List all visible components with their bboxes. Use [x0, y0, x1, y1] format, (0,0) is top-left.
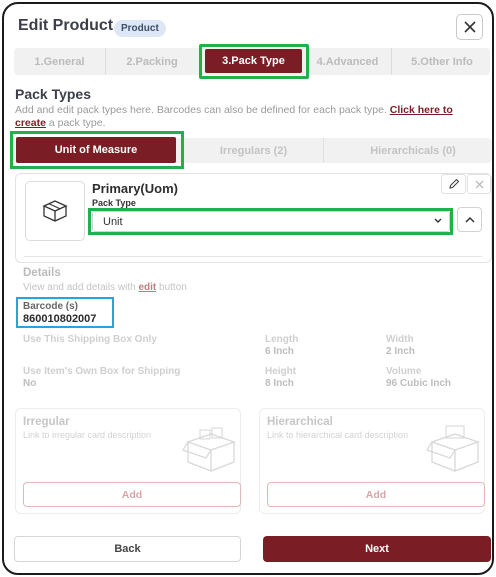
subtab-irregulars[interactable]: Irregulars (2) — [184, 138, 324, 163]
pack-types-description: Add and edit pack types here. Barcodes c… — [15, 104, 485, 130]
tab-packing[interactable]: 2.Packing — [107, 48, 197, 75]
box-icon — [42, 200, 68, 222]
details-desc-suffix: button — [156, 282, 187, 293]
barcode-value: 860010802007 — [23, 313, 97, 325]
shipping-box-label: Use This Shipping Box Only — [23, 334, 157, 345]
pack-type-label: Pack Type — [92, 198, 136, 208]
irregular-add-button[interactable]: Add — [23, 482, 241, 507]
chevron-down-icon — [434, 218, 442, 223]
tab-other-info[interactable]: 5.Other Info — [394, 48, 490, 75]
length-label: Length — [265, 334, 299, 345]
height-value: 8 Inch — [265, 378, 294, 389]
hierarchical-sub: Link to hierarchical card description — [267, 430, 409, 440]
close-icon — [475, 180, 483, 188]
tab-advanced[interactable]: 4.Advanced — [304, 48, 392, 75]
back-button[interactable]: Back — [14, 536, 241, 562]
desc-suffix: a pack type. — [45, 117, 106, 129]
product-badge: Product — [114, 20, 166, 37]
divider — [24, 256, 482, 257]
details-description: View and add details with edit button — [23, 282, 187, 293]
barcode-label: Barcode (s) — [23, 301, 79, 312]
uom-name: Primary(Uom) — [92, 181, 178, 196]
pencil-icon — [448, 178, 459, 189]
box-thumbnail — [25, 181, 85, 241]
subtab-unit-of-measure[interactable]: Unit of Measure — [16, 137, 176, 163]
hierarchical-add-button[interactable]: Add — [267, 482, 485, 507]
width-value: 2 Inch — [386, 346, 415, 357]
pack-type-value: Unit — [103, 215, 123, 228]
height-label: Height — [265, 366, 297, 377]
width-label: Width — [386, 334, 414, 345]
own-box-value: No — [23, 378, 37, 389]
volume-value: 96 Cubic Inch — [386, 378, 452, 389]
close-button[interactable] — [456, 14, 483, 40]
hierarchical-title: Hierarchical — [267, 416, 333, 428]
chevron-up-icon — [464, 216, 475, 223]
volume-label: Volume — [386, 366, 422, 377]
edit-link[interactable]: edit — [138, 282, 156, 293]
length-value: 6 Inch — [265, 346, 294, 357]
edit-button[interactable] — [441, 174, 466, 194]
edit-product-dialog: Edit Product Product 1.General 2.Packing… — [2, 2, 494, 575]
tab-pack-type[interactable]: 3.Pack Type — [205, 49, 302, 73]
details-desc-prefix: View and add details with — [23, 282, 139, 293]
desc-text: Add and edit pack types here. Barcodes c… — [15, 104, 390, 116]
tab-general[interactable]: 1.General — [14, 48, 106, 75]
pack-type-select[interactable]: Unit — [92, 211, 450, 232]
dialog-title: Edit Product — [18, 17, 114, 34]
open-box-icon — [426, 425, 480, 472]
close-icon — [463, 21, 476, 33]
irregular-title: Irregular — [23, 416, 70, 428]
remove-button[interactable] — [467, 174, 491, 194]
next-button[interactable]: Next — [263, 536, 491, 562]
pack-types-title: Pack Types — [15, 86, 92, 102]
own-box-label: Use Item's Own Box for Shipping — [23, 366, 181, 377]
open-box-icon — [182, 427, 236, 472]
irregular-sub: Link to irregular card description — [23, 430, 152, 440]
details-title: Details — [23, 267, 61, 279]
subtab-hierarchicals[interactable]: Hierarchicals (0) — [334, 138, 492, 163]
collapse-button[interactable] — [457, 207, 482, 232]
